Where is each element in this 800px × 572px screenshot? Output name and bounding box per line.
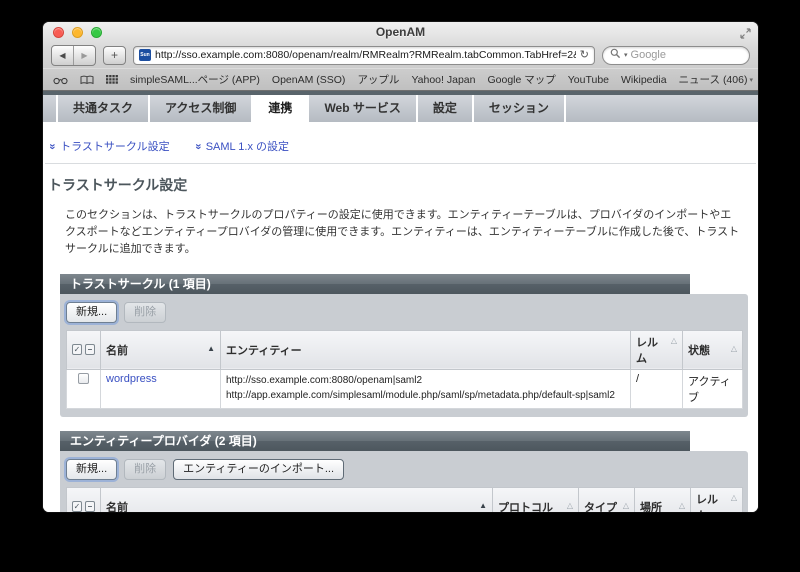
safari-window: OpenAM ◀ ▶ + Sun ↻	[43, 22, 758, 512]
entity-id: http://sso.example.com:8080/openam|saml2	[226, 373, 625, 388]
provider-table-panel: 新規... 削除 エンティティーのインポート... ✓ –	[60, 451, 748, 512]
circle-table-title-bar: トラストサークル (1 項目)	[60, 274, 690, 294]
address-bar[interactable]: Sun ↻	[133, 46, 595, 65]
reading-list-glasses-icon[interactable]	[53, 75, 68, 85]
bookmark-item[interactable]: アップル	[357, 72, 399, 87]
page-title: トラストサークル設定	[48, 175, 758, 195]
chevron-down-icon: ▾	[749, 76, 753, 84]
zoom-button[interactable]	[91, 27, 102, 38]
history-buttons: ◀ ▶	[51, 45, 96, 66]
tab-configuration[interactable]: 設定	[416, 95, 472, 122]
circle-table-buttons: 新規... 削除	[66, 302, 742, 323]
sort-icon[interactable]: △	[679, 499, 685, 512]
browser-chrome: OpenAM ◀ ▶ + Sun ↻	[43, 22, 758, 91]
sort-asc-icon[interactable]: ▲	[479, 499, 487, 512]
sort-icon[interactable]: △	[671, 334, 677, 347]
search-engine-dropdown-icon[interactable]: ▾	[624, 51, 628, 59]
url-input[interactable]	[155, 49, 576, 61]
column-header-protocol[interactable]: △プロトコル	[493, 487, 579, 512]
sort-icon[interactable]: △	[567, 499, 573, 512]
circle-name-link[interactable]: wordpress	[106, 373, 157, 385]
column-header-name[interactable]: ▲名前	[101, 330, 221, 369]
chevrons-down-icon: «	[48, 143, 59, 149]
column-header-realm[interactable]: △レルム	[691, 487, 743, 512]
new-circle-button[interactable]: 新規...	[66, 302, 117, 323]
deselect-all-icon[interactable]: –	[85, 344, 95, 355]
circle-of-trust-section: トラストサークル (1 項目) 新規... 削除 ✓ –	[60, 274, 748, 417]
tab-web-services[interactable]: Web サービス	[307, 95, 415, 122]
sort-icon[interactable]: △	[731, 491, 737, 504]
new-tab-button[interactable]: +	[103, 46, 126, 65]
navigation-toolbar: ◀ ▶ + Sun ↻ ▾	[43, 42, 758, 68]
sort-icon[interactable]: △	[731, 342, 737, 355]
sort-asc-icon[interactable]: ▲	[207, 342, 215, 355]
forward-button[interactable]: ▶	[73, 46, 95, 65]
tab-access-control[interactable]: アクセス制御	[148, 95, 251, 122]
minimize-button[interactable]	[72, 27, 83, 38]
section-jump-links: « トラストサークル設定 « SAML 1.x の設定	[50, 138, 758, 154]
traffic-lights	[53, 27, 102, 38]
fullscreen-icon[interactable]	[740, 26, 751, 44]
bookmark-item[interactable]: simpleSAML...ページ (APP)	[130, 72, 260, 87]
status-cell: アクティブ	[683, 369, 743, 408]
select-all-icon[interactable]: ✓	[72, 501, 82, 512]
bookmark-folder[interactable]: ニュース (406)▾	[679, 72, 753, 87]
tab-sessions[interactable]: セッション	[472, 95, 566, 122]
page-description: このセクションは、トラストサークルのプロパティーの設定に使用できます。エンティテ…	[65, 207, 740, 258]
provider-table-buttons: 新規... 削除 エンティティーのインポート...	[66, 459, 742, 480]
column-header-realm[interactable]: △レルム	[631, 330, 683, 369]
column-header-name[interactable]: ▲名前	[101, 487, 493, 512]
bookmark-item[interactable]: OpenAM (SSO)	[272, 74, 346, 86]
table-row: wordpress http://sso.example.com:8080/op…	[67, 369, 743, 408]
title-bar[interactable]: OpenAM	[43, 22, 758, 42]
realm-cell: /	[631, 369, 683, 408]
bookmark-item[interactable]: YouTube	[568, 74, 609, 86]
column-header-type[interactable]: △タイプ	[579, 487, 635, 512]
search-bar[interactable]: ▾	[602, 46, 750, 65]
entity-providers-section: エンティティープロバイダ (2 項目) 新規... 削除 エンティティーのインポ…	[60, 431, 748, 512]
back-button[interactable]: ◀	[52, 46, 73, 65]
new-entity-button[interactable]: 新規...	[66, 459, 117, 480]
tab-federation[interactable]: 連携	[251, 95, 307, 122]
console-tab-bar: 共通タスク アクセス制御 連携 Web サービス 設定 セッション	[43, 95, 758, 122]
bookmark-item[interactable]: Yahoo! Japan	[411, 74, 475, 86]
tab-common-tasks[interactable]: 共通タスク	[56, 95, 148, 122]
entity-id: http://app.example.com/simplesaml/module…	[226, 388, 625, 403]
search-icon	[610, 46, 621, 64]
chevrons-down-icon: «	[193, 143, 204, 149]
close-button[interactable]	[53, 27, 64, 38]
window-title: OpenAM	[43, 22, 758, 42]
circle-of-trust-table: ✓ – ▲名前 エンティティー △レルム △状態	[66, 330, 743, 409]
bookmark-item[interactable]: Google マップ	[487, 72, 555, 87]
column-header-entities[interactable]: エンティティー	[221, 330, 631, 369]
provider-table-title-bar: エンティティープロバイダ (2 項目)	[60, 431, 690, 451]
bookmarks-bar: simpleSAML...ページ (APP) OpenAM (SSO) アップル…	[43, 68, 758, 90]
column-header-status[interactable]: △状態	[683, 330, 743, 369]
search-input[interactable]	[631, 49, 758, 61]
bookmark-item[interactable]: Wikipedia	[621, 74, 667, 86]
delete-entity-button: 削除	[124, 459, 166, 480]
row-checkbox[interactable]	[78, 373, 89, 384]
reload-icon[interactable]: ↻	[580, 50, 589, 61]
delete-circle-button: 削除	[124, 302, 166, 323]
site-favicon: Sun	[139, 49, 151, 61]
entity-providers-table: ✓ – ▲名前 △プロトコル △タイプ △場所 △レルム	[66, 487, 743, 512]
column-header-location[interactable]: △場所	[635, 487, 691, 512]
import-entity-button[interactable]: エンティティーのインポート...	[173, 459, 344, 480]
bookmarks-book-icon[interactable]	[80, 75, 94, 85]
circle-table-panel: 新規... 削除 ✓ – ▲名前	[60, 294, 748, 417]
jump-link-circle-of-trust[interactable]: « トラストサークル設定	[50, 138, 170, 154]
jump-link-saml1x[interactable]: « SAML 1.x の設定	[196, 138, 289, 154]
openam-page: 共通タスク アクセス制御 連携 Web サービス 設定 セッション « トラスト…	[43, 91, 758, 512]
select-all-icon[interactable]: ✓	[72, 344, 82, 355]
deselect-all-icon[interactable]: –	[85, 501, 95, 512]
top-sites-grid-icon[interactable]	[106, 75, 118, 84]
sort-icon[interactable]: △	[623, 499, 629, 512]
divider	[45, 163, 756, 164]
